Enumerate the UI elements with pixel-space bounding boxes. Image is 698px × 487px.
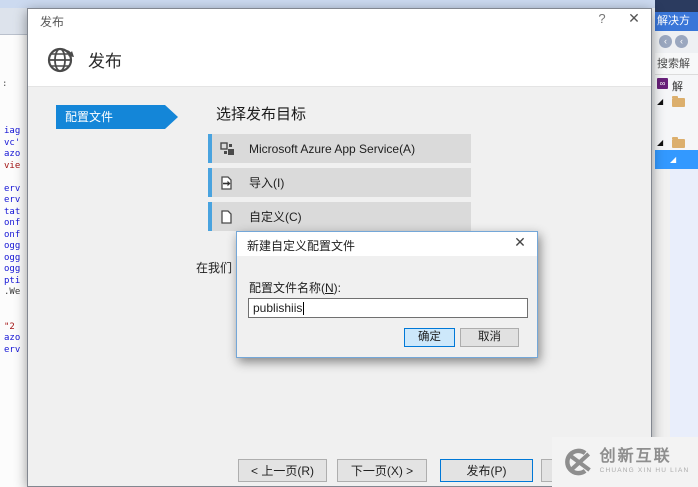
editor-gutter-mark: : [2,79,8,89]
code-line: onf [4,218,21,228]
solution-explorer-panel: 解决方 ‹ ‹ 搜索解 ∞ 解 ◢ ◢ ◢ [655,0,698,487]
code-line: ogg [4,252,21,263]
publish-header: 发布 [28,31,651,87]
code-line: ogg [4,241,21,251]
target-azure-app-service[interactable]: Microsoft Azure App Service(A) [208,134,471,163]
text-caret [303,301,305,315]
import-icon [220,175,235,190]
window-chrome-strip [655,0,698,12]
choose-target-heading: 选择发布目标 [216,106,307,123]
code-line: .We [4,287,21,297]
new-profile-dialog: 新建自定义配置文件 ✕ 配置文件名称(N): publishiis 确定 取消 [236,231,538,358]
publish-target-list: Microsoft Azure App Service(A) 导入(I) 自定义… [208,134,471,236]
target-label: 自定义(C) [249,210,302,224]
publish-button[interactable]: 发布(P) [440,459,533,482]
code-line: ogg [4,264,21,274]
folder-icon [672,96,685,107]
ide-title-band [0,0,698,8]
help-icon[interactable]: ? [591,11,613,29]
profile-name-input[interactable]: publishiis [248,298,528,318]
code-line: tat [4,206,21,217]
watermark-name: 创新互联 [599,448,672,466]
solution-tree-root[interactable]: ∞ 解 [655,76,698,94]
profile-name-value: publishiis [253,301,303,315]
publish-dialog-titlebar[interactable]: 发布 ? ✕ [28,9,651,31]
code-line: pti [4,275,21,286]
publish-dialog-title: 发布 [40,15,65,29]
code-line: erv [4,195,21,205]
publish-page-title: 发布 [88,52,122,71]
target-label: Microsoft Azure App Service(A) [249,141,416,156]
close-icon[interactable]: ✕ [509,234,531,253]
watermark-badge: 创新互联 CHUANG XIN HU LIAN [552,437,698,487]
code-column: iag vc' azo vie erv erv tat onf onf ogg ogg ogg pti… [4,126,27,356]
solution-node-label: 解 [672,81,683,93]
watermark-logo-icon [564,448,591,476]
code-line: erv [4,183,21,194]
cancel-button[interactable]: 取消 [460,328,519,347]
code-line: erv [4,344,21,355]
close-icon[interactable]: ✕ [622,10,646,29]
visual-studio-solution-icon: ∞ [657,78,668,89]
code-line: onf [4,229,21,240]
next-page-button[interactable]: 下一页(X) > [337,459,427,482]
ok-button[interactable]: 确定 [404,328,455,347]
code-line: vie [4,160,21,171]
sidebar-tab-profile[interactable]: 配置文件 [56,105,178,129]
previous-page-button[interactable]: < 上一页(R) [238,459,327,482]
custom-profile-icon [220,209,235,224]
new-profile-titlebar[interactable]: 新建自定义配置文件 ✕ [237,232,537,256]
description-text-clipped: 在我们 [196,261,233,275]
access-key: N [325,281,334,295]
new-profile-title: 新建自定义配置文件 [247,239,356,253]
back-icon[interactable]: ‹ [659,35,672,48]
selected-tree-item[interactable]: ◢ [655,150,698,169]
solution-explorer-header[interactable]: 解决方 [655,12,698,31]
expand-arrow-icon[interactable]: ◢ [657,138,663,147]
code-line: iag [4,126,21,136]
publish-globe-icon [47,47,74,73]
profile-name-label: 配置文件名称(N): [249,281,342,295]
expand-arrow-icon[interactable]: ◢ [657,97,663,106]
code-line: vc' [4,137,21,148]
folder-icon [672,137,685,148]
expand-arrow-icon[interactable]: ◢ [670,155,676,164]
azure-app-service-icon [220,141,235,156]
forward-icon[interactable]: ‹ [675,35,688,48]
watermark-subtitle: CHUANG XIN HU LIAN [599,467,690,475]
target-custom[interactable]: 自定义(C) [208,202,471,231]
editor-toolbar-remnant [0,8,27,35]
code-line: "2 [4,321,15,332]
target-label: 导入(I) [249,176,285,190]
solution-explorer-toolbar: ‹ ‹ [655,31,698,53]
solution-search-input[interactable]: 搜索解 [655,53,698,75]
code-line: azo [4,333,21,343]
code-line: azo [4,149,21,159]
target-import[interactable]: 导入(I) [208,168,471,197]
